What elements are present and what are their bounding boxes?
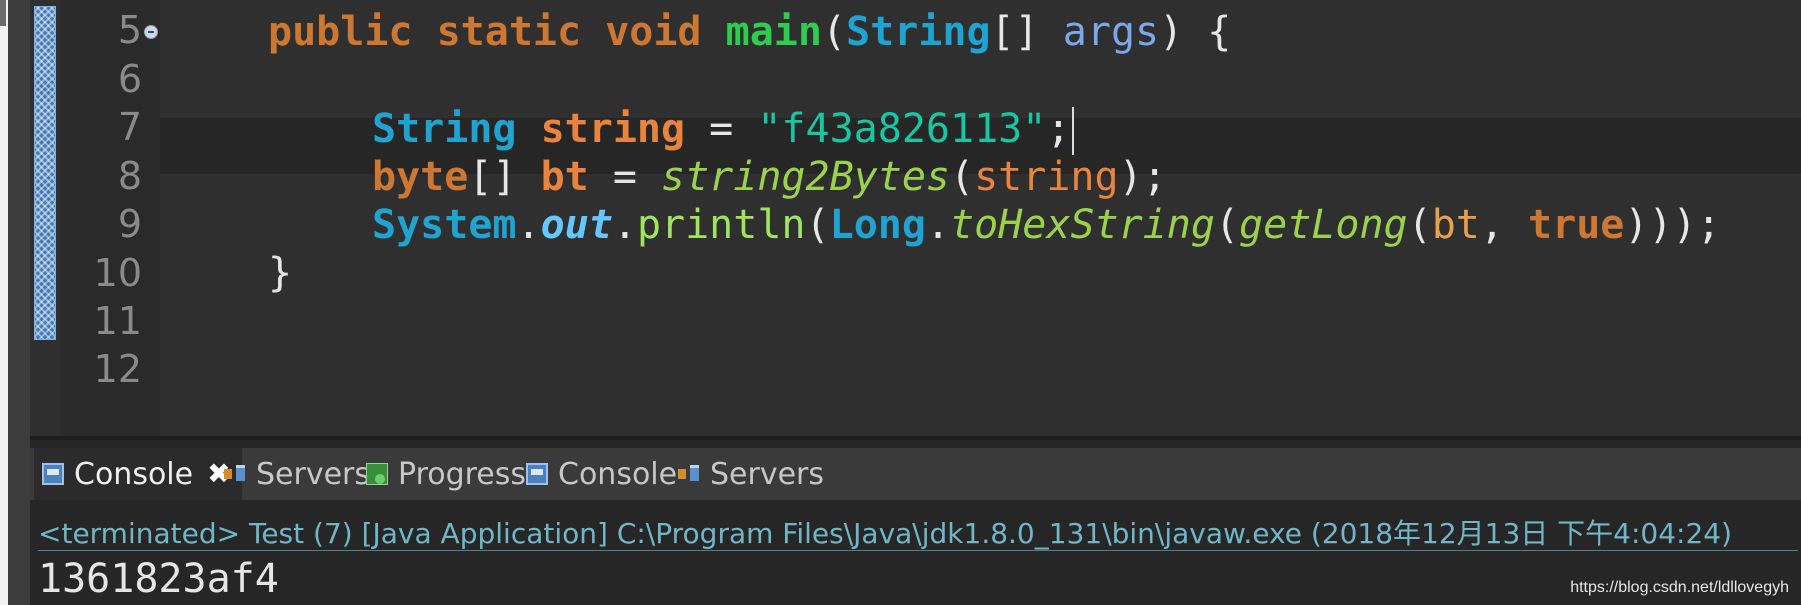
token-punctuation: )));	[1624, 202, 1721, 248]
watermark: https://blog.csdn.net/ldllovegyh	[1570, 579, 1789, 596]
servers-icon	[678, 463, 700, 485]
line-number-gutter: 5 6 7 8 9 10 11 12	[60, 0, 160, 436]
token-punctuation: .	[925, 202, 951, 248]
token-keyword: void	[605, 9, 702, 55]
line-number: 9	[117, 202, 142, 246]
code-line-10: }	[268, 245, 292, 301]
tab-label: Servers	[710, 456, 825, 492]
console-status-line: <terminated> Test (7) [Java Application]…	[38, 517, 1733, 550]
token-variable: string	[540, 106, 686, 152]
tab-label: Console	[74, 456, 194, 492]
tab-servers[interactable]: Servers	[216, 448, 378, 500]
code-editor[interactable]: 5 6 7 8 9 10 11 12 public static void ma…	[30, 0, 1801, 436]
progress-icon	[366, 463, 388, 485]
code-area[interactable]: public static void main(String[] args) {…	[160, 0, 1801, 436]
code-line-9: System.out.println(Long.toHexString(getL…	[372, 197, 1721, 253]
text-caret	[1072, 107, 1075, 155]
line-number: 7	[117, 105, 142, 149]
servers-icon	[224, 463, 246, 485]
console-output[interactable]: 1361823af4	[38, 554, 279, 604]
console-icon	[526, 463, 548, 485]
token-static-call: string2Bytes	[661, 154, 950, 200]
token-type: Long	[829, 202, 926, 248]
token-type: System	[372, 202, 517, 248]
token-punctuation: );	[1118, 154, 1167, 200]
console-view: Console ✖ Servers Progress Console Serve…	[30, 440, 1801, 605]
token-argument: string	[974, 154, 1119, 200]
token-punctuation: ) {	[1159, 9, 1232, 55]
line-number: 12	[93, 347, 142, 391]
line-number: 5	[117, 8, 142, 52]
status-divider	[38, 550, 1798, 551]
token-string: "f43a826113"	[757, 106, 1047, 152]
window-left-edge	[0, 0, 8, 605]
token-static-call: getLong	[1239, 202, 1408, 248]
code-line-5: public static void main(String[] args) {	[268, 4, 1231, 60]
token-punctuation: []	[468, 154, 541, 200]
tab-console-2[interactable]: Console	[518, 448, 685, 500]
token-keyword: static	[436, 9, 582, 55]
console-icon	[42, 463, 64, 485]
token-type: String	[846, 9, 991, 55]
token-argument: bt	[1431, 202, 1480, 248]
token-static-call: toHexString	[950, 202, 1215, 248]
token-method: main	[725, 9, 822, 55]
token-punctuation: }	[268, 250, 293, 296]
token-punctuation: .	[612, 202, 637, 248]
token-type: String	[372, 106, 517, 152]
tab-label: Progress	[398, 456, 527, 492]
console-tab-bar: Console ✖ Servers Progress Console Serve…	[30, 448, 1801, 500]
window-corner-mark	[0, 0, 6, 26]
token-punctuation: ;	[1046, 106, 1071, 152]
token-operator: =	[588, 154, 661, 200]
tab-label: Console	[558, 456, 678, 492]
left-side-strip	[8, 0, 30, 605]
tab-label: Servers	[256, 456, 371, 492]
tab-progress[interactable]: Progress	[358, 448, 534, 500]
token-variable: bt	[540, 154, 589, 200]
tab-servers-2[interactable]: Servers	[670, 448, 832, 500]
tab-console[interactable]: Console ✖	[34, 448, 242, 500]
token-parameter: args	[1062, 9, 1160, 55]
token-punctuation: []	[990, 9, 1063, 55]
token-punctuation: (	[1407, 202, 1432, 248]
token-punctuation: ,	[1479, 202, 1529, 248]
token-keyword: public	[268, 9, 413, 55]
token-punctuation: (	[1214, 202, 1240, 248]
fold-collapse-icon[interactable]	[144, 25, 158, 39]
token-punctuation: (	[821, 9, 847, 55]
token-punctuation: (	[805, 202, 830, 248]
token-keyword: byte	[372, 154, 469, 200]
token-method-call: println	[636, 202, 806, 248]
token-punctuation: .	[516, 202, 541, 248]
token-operator: =	[685, 106, 758, 152]
token-keyword: true	[1528, 202, 1625, 248]
token-punctuation: (	[949, 154, 975, 200]
token-static-field: out	[540, 202, 613, 248]
